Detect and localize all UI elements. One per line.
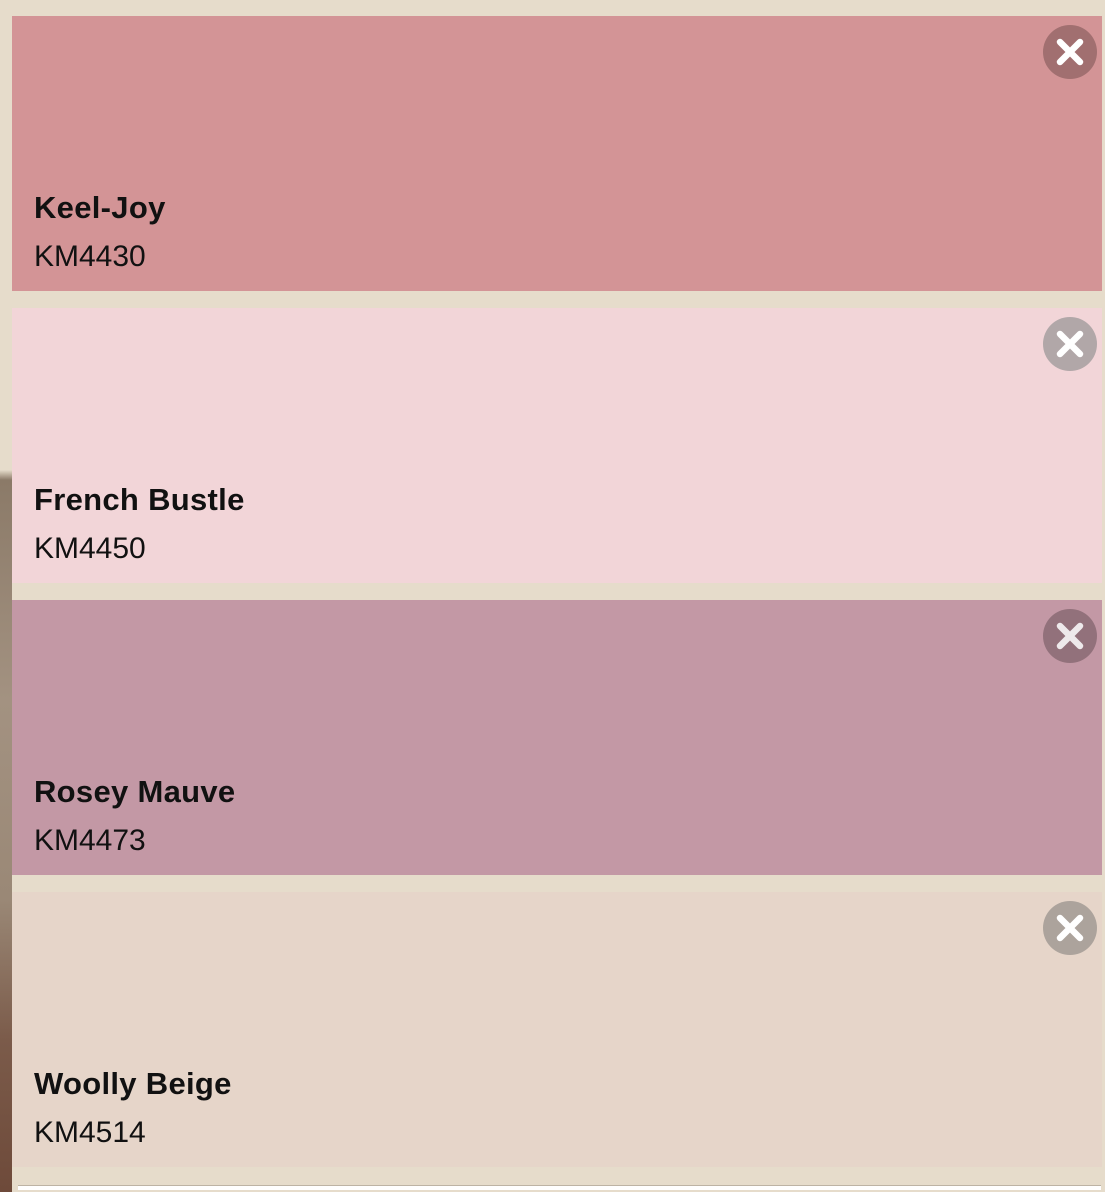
swatch-name: Woolly Beige [34, 1066, 232, 1101]
swatch-list: Keel-Joy KM4430 French Bustle KM4450 Ros… [12, 16, 1102, 1167]
close-circle-icon [1043, 609, 1097, 663]
swatch-code: KM4450 [34, 532, 146, 565]
color-swatch-woolly-beige[interactable]: Woolly Beige KM4514 [12, 892, 1102, 1167]
remove-swatch-button[interactable] [1042, 24, 1098, 80]
color-swatch-french-bustle[interactable]: French Bustle KM4450 [12, 308, 1102, 583]
close-circle-icon [1043, 25, 1097, 79]
swatch-code: KM4473 [34, 824, 146, 857]
swatch-name: French Bustle [34, 482, 245, 517]
remove-swatch-button[interactable] [1042, 608, 1098, 664]
swatch-name: Rosey Mauve [34, 774, 236, 809]
color-swatch-rosey-mauve[interactable]: Rosey Mauve KM4473 [12, 600, 1102, 875]
background-room-image [0, 0, 12, 1192]
remove-swatch-button[interactable] [1042, 900, 1098, 956]
swatch-code: KM4514 [34, 1116, 146, 1149]
next-swatch-edge [18, 1185, 1101, 1190]
color-collection-panel: Keel-Joy KM4430 French Bustle KM4450 Ros… [0, 0, 1105, 1192]
close-circle-icon [1043, 901, 1097, 955]
swatch-name: Keel-Joy [34, 190, 166, 225]
remove-swatch-button[interactable] [1042, 316, 1098, 372]
close-circle-icon [1043, 317, 1097, 371]
swatch-code: KM4430 [34, 240, 146, 273]
color-swatch-keel-joy[interactable]: Keel-Joy KM4430 [12, 16, 1102, 291]
